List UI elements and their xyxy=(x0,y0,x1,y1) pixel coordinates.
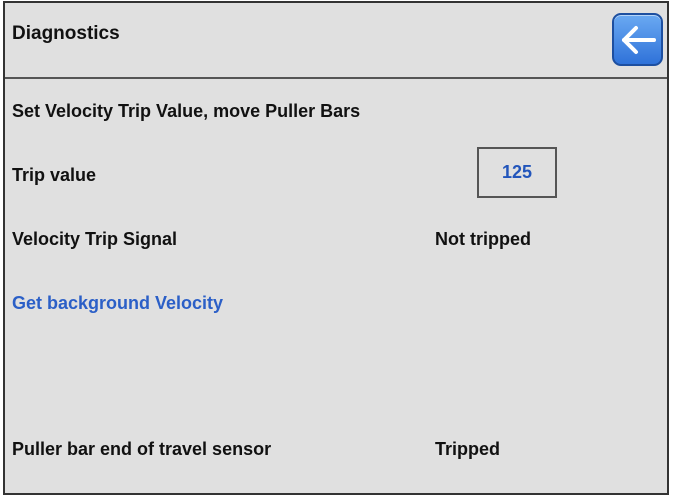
back-button[interactable] xyxy=(612,13,663,66)
puller-bar-sensor-status: Tripped xyxy=(435,439,501,459)
diagnostics-screen: Diagnostics Set Velocity Trip Value, mov… xyxy=(3,1,669,495)
trip-value-label: Trip value xyxy=(12,165,97,185)
get-background-velocity-link[interactable]: Get background Velocity xyxy=(12,293,223,314)
puller-bar-sensor-label: Puller bar end of travel sensor xyxy=(12,439,272,459)
velocity-trip-signal-label: Velocity Trip Signal xyxy=(12,229,178,249)
page-title: Diagnostics xyxy=(12,23,120,44)
arrow-left-icon xyxy=(622,26,656,54)
trip-value-text: 125 xyxy=(501,162,533,182)
header-bar: Diagnostics xyxy=(5,3,667,79)
trip-value-field[interactable]: 125 xyxy=(477,147,557,198)
instruction-text: Set Velocity Trip Value, move Puller Bar… xyxy=(12,101,361,121)
velocity-trip-signal-status: Not tripped xyxy=(435,229,531,249)
